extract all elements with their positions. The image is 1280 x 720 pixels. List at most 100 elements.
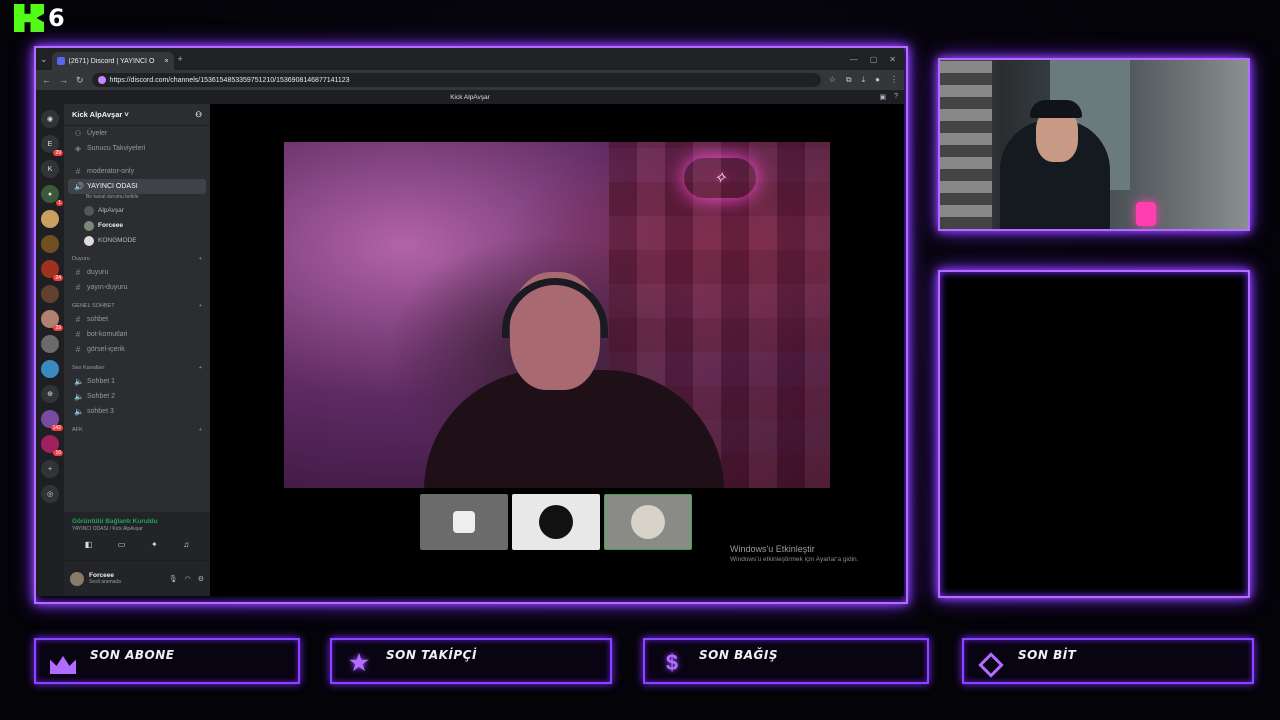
last-sub-box: SON ABONE: [34, 638, 300, 684]
microphone-icon[interactable]: 🎙: [169, 575, 178, 583]
activation-subtitle: Windows'u etkinleştirmek için Ayarlar'a …: [730, 556, 859, 563]
server-icon[interactable]: [41, 285, 59, 303]
tab-discord[interactable]: (2671) Discord | YAYINCI O ×: [51, 52, 174, 70]
server-list: ◉ E 29 K ● 1 24 29 ⊕ 142 16 + ◎: [36, 104, 64, 596]
settings-gear-icon[interactable]: ⚙: [198, 575, 204, 583]
voice-member[interactable]: Forceee: [64, 218, 210, 233]
voice-channel-yayinci-odasi[interactable]: 🔊 YAYINCI ODASI: [68, 179, 206, 194]
channel-members[interactable]: ⚇ Üyeler: [64, 126, 210, 141]
server-badge: 1: [56, 200, 63, 206]
voice-member[interactable]: KONGMODE: [64, 233, 210, 248]
server-icon[interactable]: [41, 210, 59, 228]
server-icon[interactable]: 16: [41, 435, 63, 456]
bookmark-star-icon[interactable]: ☆: [829, 75, 836, 85]
voice-connection-panel: Görüntülü Bağlantı Kuruldu YAYINCI ODASI…: [64, 512, 210, 560]
profile-icon[interactable]: ●: [875, 75, 880, 85]
avatar: [453, 511, 475, 533]
kick-logo: 6: [14, 4, 65, 32]
category-duyuru[interactable]: Duyuru +: [64, 248, 210, 265]
maximize-icon[interactable]: ▢: [870, 55, 878, 64]
channel-yayin-duyuru[interactable]: # yayın-duyuru: [64, 280, 210, 295]
voice-connection-title: Görüntülü Bağlantı Kuruldu: [72, 518, 158, 525]
participant-tile[interactable]: [420, 494, 508, 550]
soundboard-icon[interactable]: ♫: [183, 540, 189, 549]
activation-title: Windows'u Etkinleştir: [730, 544, 815, 554]
add-channel-icon[interactable]: +: [199, 303, 202, 309]
forward-icon[interactable]: →: [59, 75, 68, 85]
add-channel-icon[interactable]: +: [199, 427, 202, 433]
add-channel-icon[interactable]: +: [199, 365, 202, 371]
channel-bot-komutlari[interactable]: # bot-komutlari: [64, 327, 210, 342]
discord-home-icon[interactable]: ◉: [41, 110, 59, 128]
explore-icon[interactable]: ◎: [41, 485, 59, 503]
browser-window: ⌄ (2671) Discord | YAYINCI O × + — ▢ ✕ ←…: [36, 48, 904, 596]
server-icon[interactable]: K: [41, 160, 59, 178]
channel-duyuru[interactable]: # duyuru: [64, 265, 210, 280]
channel-gorsel-icerik[interactable]: # görsel-içerik: [64, 342, 210, 357]
rgb-lamp: [1136, 202, 1156, 226]
server-icon[interactable]: ● 1: [41, 185, 63, 206]
channel-moderator-only[interactable]: # moderator-only: [64, 164, 210, 179]
participant-tile[interactable]: [604, 494, 692, 550]
user-panel: Forceee Sesli aramada 🎙 ◠ ⚙: [64, 560, 210, 596]
voice-buttons: ◧ ▭ ✦ ♫: [72, 540, 202, 549]
add-server-icon[interactable]: +: [41, 460, 59, 478]
voice-channel-sohbet-3[interactable]: 🔈 sohbet 3: [64, 404, 210, 419]
avatar: [539, 505, 573, 539]
server-icon[interactable]: [41, 360, 59, 378]
download-icon[interactable]: ⤓: [862, 75, 866, 85]
camera-icon[interactable]: ◧: [85, 540, 93, 549]
voice-member[interactable]: AlpAvşar: [64, 203, 210, 218]
voice-channel-sohbet-1[interactable]: 🔈 Sohbet 1: [64, 374, 210, 389]
site-info-icon[interactable]: [97, 76, 106, 84]
tab-list-icon[interactable]: ⌄: [40, 54, 48, 65]
menu-icon[interactable]: ⋮: [890, 75, 898, 85]
channel-status-note[interactable]: Bir kanal durumu belirle: [64, 194, 210, 203]
server-icon[interactable]: [41, 335, 59, 353]
speaker-icon: 🔈: [74, 392, 84, 401]
invite-icon[interactable]: ⚇: [195, 110, 202, 119]
reload-icon[interactable]: ↻: [76, 75, 84, 86]
members-icon: ⚇: [74, 129, 82, 138]
new-tab-icon[interactable]: +: [178, 54, 183, 64]
category-afk[interactable]: AFK +: [64, 419, 210, 436]
server-icon[interactable]: E 29: [41, 135, 63, 156]
participant-tile[interactable]: [512, 494, 600, 550]
channel-boosts[interactable]: ◈ Sunucu Takviyeleri: [64, 141, 210, 156]
windows-activation-watermark: Windows'u Etkinleştir Windows'u etkinleş…: [730, 544, 858, 563]
server-icon[interactable]: 142: [41, 410, 63, 431]
minimize-icon[interactable]: —: [850, 55, 858, 64]
address-bar: ← → ↻ https://discord.com/channels/15361…: [36, 70, 904, 90]
category-genel-sohbet[interactable]: GENEL SOHBET +: [64, 295, 210, 312]
guild-header[interactable]: Kick AlpAvşar ˅ ⚇: [64, 104, 210, 126]
server-icon[interactable]: ⊕: [41, 385, 59, 403]
inbox-icon[interactable]: ▣: [879, 93, 886, 101]
empty-neon-frame: [938, 270, 1250, 598]
speaker-icon: 🔈: [74, 407, 84, 416]
help-icon[interactable]: ?: [894, 93, 898, 101]
back-icon[interactable]: ←: [42, 75, 51, 85]
extensions-icon[interactable]: ⧉: [846, 75, 852, 85]
close-tab-icon[interactable]: ×: [164, 58, 168, 65]
window-controls: — ▢ ✕: [850, 55, 904, 64]
avatar[interactable]: [70, 571, 84, 586]
server-icon[interactable]: 24: [41, 260, 63, 281]
voice-channel-sohbet-2[interactable]: 🔈 Sohbet 2: [64, 389, 210, 404]
diamond-icon: [978, 652, 1004, 678]
streamer-webcam: [940, 60, 1248, 229]
url-input[interactable]: https://discord.com/channels/15361548533…: [91, 73, 821, 87]
category-ses-kanallari[interactable]: Ses Kanalları +: [64, 357, 210, 374]
headphones-icon[interactable]: ◠: [185, 575, 191, 583]
activities-icon[interactable]: ✦: [151, 540, 158, 549]
server-badge: 24: [53, 275, 63, 281]
channel-sohbet[interactable]: # sohbet: [64, 312, 210, 327]
wall-poster: [940, 60, 992, 229]
screen-share-icon[interactable]: ▭: [118, 540, 126, 549]
main-video-stream[interactable]: ✧: [284, 142, 830, 488]
participant-thumbnails: [420, 494, 692, 550]
add-channel-icon[interactable]: +: [199, 256, 202, 262]
server-icon[interactable]: [41, 235, 59, 253]
kick-k-icon: [14, 4, 44, 32]
close-window-icon[interactable]: ✕: [889, 55, 896, 64]
server-icon[interactable]: 29: [41, 310, 63, 331]
